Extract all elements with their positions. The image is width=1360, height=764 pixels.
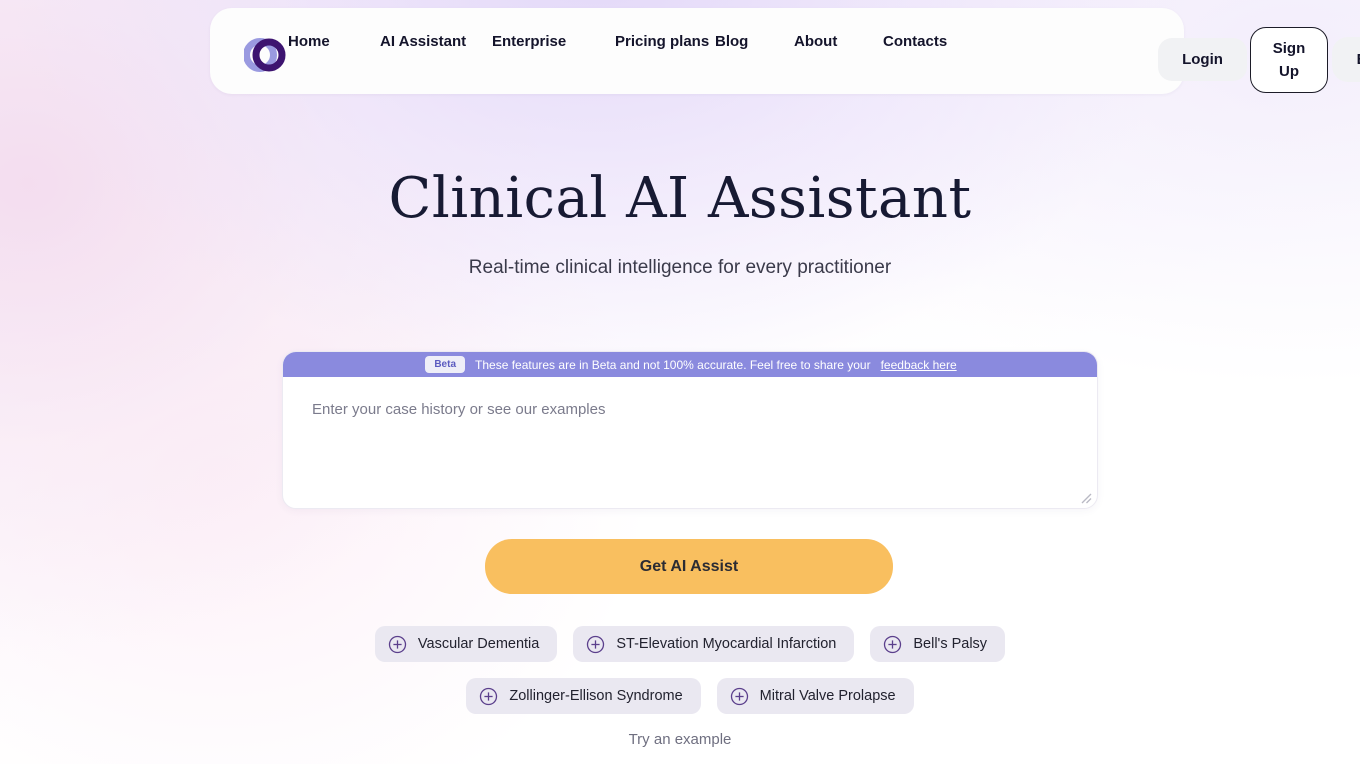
plus-circle-icon [480, 687, 498, 705]
page-root: Home AI Assistant Enterprise Pricing pla… [0, 0, 1360, 764]
example-chip-bells-palsy[interactable]: Bell's Palsy [870, 626, 1006, 662]
nav-link-blog[interactable]: Blog [715, 30, 794, 53]
example-chip-label: Vascular Dementia [417, 636, 540, 652]
nav-links: Home AI Assistant Enterprise Pricing pla… [288, 30, 955, 53]
nav-link-home[interactable]: Home [288, 30, 380, 53]
page-title: Clinical AI Assistant [388, 166, 972, 231]
signup-button[interactable]: Sign Up [1250, 27, 1328, 93]
nav-link-contacts[interactable]: Contacts [883, 30, 955, 53]
example-chip-label: ST-Elevation Myocardial Infarction [616, 636, 837, 652]
case-history-input[interactable] [284, 378, 1097, 508]
get-ai-assist-button[interactable]: Get AI Assist [485, 539, 893, 594]
beta-badge: Beta [425, 356, 466, 373]
nav-link-pricing-plans[interactable]: Pricing plans [615, 30, 715, 53]
overlapping-rings-logo-icon [243, 38, 286, 72]
try-an-example-caption: Try an example [628, 731, 732, 748]
nav-link-enterprise[interactable]: Enterprise [492, 30, 615, 53]
beta-message: These features are in Beta and not 100% … [475, 357, 871, 372]
example-chip-st-elevation-myocardial-infarction[interactable]: ST-Elevation Myocardial Infarction [573, 626, 855, 662]
navbar: Home AI Assistant Enterprise Pricing pla… [210, 8, 1360, 94]
language-code-label: EN [1357, 51, 1360, 68]
plus-circle-icon [587, 635, 605, 653]
example-chip-label: Zollinger-Ellison Syndrome [509, 688, 683, 704]
example-chip-zollinger-ellison-syndrome[interactable]: Zollinger-Ellison Syndrome [466, 678, 701, 714]
language-switcher[interactable]: EN [1332, 37, 1360, 82]
page-subtitle: Real-time clinical intelligence for ever… [468, 257, 892, 278]
example-chip-mitral-valve-prolapse[interactable]: Mitral Valve Prolapse [716, 678, 914, 714]
navbar-content: Home AI Assistant Enterprise Pricing pla… [243, 8, 1184, 94]
plus-circle-icon [884, 635, 902, 653]
example-chip-label: Bell's Palsy [913, 636, 988, 652]
plus-circle-icon [388, 635, 407, 653]
example-chips: Vascular Dementia ST-Elevation Myocardia… [282, 626, 1098, 714]
nav-link-about[interactable]: About [794, 30, 883, 53]
case-input-card: Beta These features are in Beta and not … [282, 351, 1098, 509]
example-chip-vascular-dementia[interactable]: Vascular Dementia [374, 626, 558, 662]
login-button[interactable]: Login [1158, 38, 1247, 81]
beta-banner: Beta These features are in Beta and not … [283, 352, 1097, 377]
plus-circle-icon [730, 687, 748, 705]
nav-link-ai-assistant[interactable]: AI Assistant [380, 30, 492, 53]
feedback-link[interactable]: feedback here [881, 358, 957, 372]
brand-logo[interactable] [243, 36, 286, 74]
example-chip-label: Mitral Valve Prolapse [759, 688, 896, 704]
